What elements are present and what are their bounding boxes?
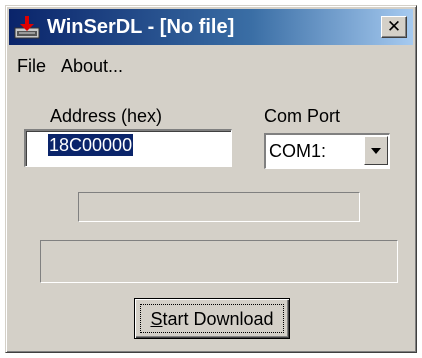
close-button[interactable]: ✕ xyxy=(381,16,407,38)
start-download-label: Start Download xyxy=(135,308,289,330)
download-arrow-icon[interactable] xyxy=(14,15,40,41)
title-bar[interactable]: WinSerDL - [No file] ✕ xyxy=(9,9,413,45)
menu-about[interactable]: About... xyxy=(61,55,123,77)
address-value[interactable]: 18C00000 xyxy=(48,134,134,156)
address-label: Address (hex) xyxy=(50,106,163,126)
chevron-down-icon xyxy=(371,148,381,154)
com-port-value: COM1: xyxy=(269,141,327,161)
start-download-mnemonic: S xyxy=(150,309,163,329)
download-progress-bar xyxy=(78,192,360,222)
menu-bar: File About... xyxy=(9,48,413,82)
com-port-select[interactable]: COM1: xyxy=(264,133,390,169)
window-title: WinSerDL - [No file] xyxy=(47,16,235,38)
address-input[interactable]: 18C00000 xyxy=(24,129,232,167)
com-port-dropdown-button[interactable] xyxy=(364,136,388,165)
com-port-label: Com Port xyxy=(264,106,341,126)
status-panel xyxy=(40,240,398,283)
close-icon: ✕ xyxy=(386,17,402,36)
menu-file[interactable]: File xyxy=(17,55,46,77)
start-download-button[interactable]: Start Download xyxy=(134,298,290,339)
start-download-label-rest: tart Download xyxy=(162,309,274,329)
